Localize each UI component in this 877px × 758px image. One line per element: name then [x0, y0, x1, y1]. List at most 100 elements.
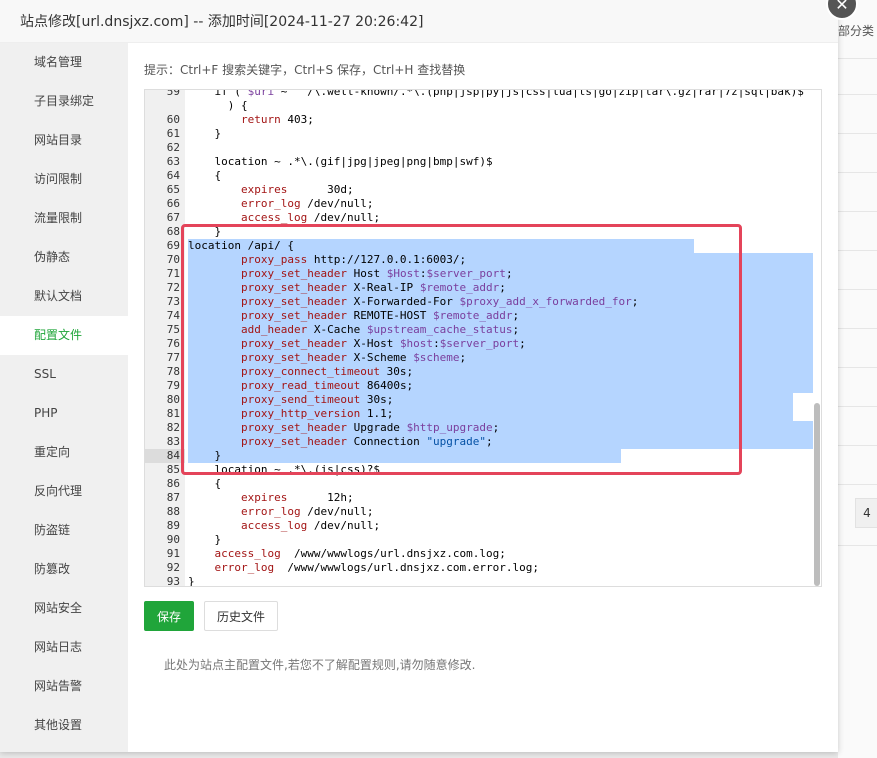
line-number: 91 [166, 547, 180, 560]
code-line[interactable]: 93} [145, 575, 815, 586]
code-line[interactable]: 59 if ( $uri ~ "^/\.well-known/.*\.(php|… [145, 89, 815, 99]
sidebar-item[interactable]: 子目录绑定 [0, 82, 128, 121]
code-line[interactable]: 87 expires 12h; [145, 491, 815, 505]
code-text[interactable]: location ~ .*\.(gif|jpg|jpeg|png|bmp|swf… [188, 155, 492, 169]
sidebar-item[interactable]: 流量限制 [0, 199, 128, 238]
sidebar-item[interactable]: 重定向 [0, 433, 128, 472]
background-row-divider [838, 250, 877, 251]
line-number: 68 [166, 225, 180, 238]
line-number: 70 [166, 253, 180, 266]
line-number: 75 [166, 323, 180, 336]
code-text[interactable]: } [188, 127, 221, 141]
code-line[interactable]: 89 access_log /dev/null; [145, 519, 815, 533]
background-row-divider [838, 484, 877, 485]
code-text[interactable]: access_log /dev/null; [188, 519, 380, 533]
sidebar-item[interactable]: 域名管理 [0, 43, 128, 82]
sidebar-item[interactable]: 网站安全 [0, 589, 128, 628]
line-number: 81 [166, 407, 180, 420]
sidebar-item[interactable]: 防篡改 [0, 550, 128, 589]
background-row-divider [838, 406, 877, 407]
line-number: 80 [166, 393, 180, 406]
line-number: 88 [166, 505, 180, 518]
code-line[interactable]: 67 access_log /dev/null; [145, 211, 815, 225]
line-number: 77 [166, 351, 180, 364]
code-line[interactable]: 61 } [145, 127, 815, 141]
line-number: 72 [166, 281, 180, 294]
line-number: 84 [145, 449, 185, 463]
line-number: 66 [166, 197, 180, 210]
code-text[interactable]: error_log /dev/null; [188, 505, 373, 519]
code-line[interactable]: ) { [145, 99, 815, 113]
code-text[interactable]: { [188, 477, 221, 491]
line-number: 71 [166, 267, 180, 280]
line-number: 83 [166, 435, 180, 448]
line-number: 89 [166, 519, 180, 532]
editor-scrollbar[interactable] [813, 90, 821, 586]
sidebar-item[interactable]: 防盗链 [0, 511, 128, 550]
sidebar-item[interactable]: 网站日志 [0, 628, 128, 667]
line-number: 73 [166, 295, 180, 308]
code-text[interactable]: { [188, 169, 221, 183]
line-number: 65 [166, 183, 180, 196]
code-line[interactable]: 62 [145, 141, 815, 155]
sidebar-item[interactable]: 网站告警 [0, 667, 128, 706]
history-file-button[interactable]: 历史文件 [204, 601, 278, 631]
background-row-divider [838, 94, 877, 95]
code-line[interactable]: 63 location ~ .*\.(gif|jpg|jpeg|png|bmp|… [145, 155, 815, 169]
code-line[interactable]: 91 access_log /www/wwwlogs/url.dnsjxz.co… [145, 547, 815, 561]
line-number: 86 [166, 477, 180, 490]
editor-scroll-thumb[interactable] [814, 403, 820, 586]
code-text[interactable]: } [188, 575, 195, 586]
sidebar-item[interactable]: 配置文件 [0, 316, 128, 355]
code-line[interactable]: 88 error_log /dev/null; [145, 505, 815, 519]
code-line[interactable]: 64 { [145, 169, 815, 183]
sidebar-item[interactable]: 伪静态 [0, 238, 128, 277]
code-text[interactable]: } [188, 533, 221, 547]
sidebar-item[interactable]: 其他设置 [0, 706, 128, 745]
line-number: 74 [166, 309, 180, 322]
sidebar-item[interactable]: PHP [0, 394, 128, 433]
code-line[interactable]: 66 error_log /dev/null; [145, 197, 815, 211]
code-text[interactable] [188, 141, 195, 155]
code-text[interactable]: error_log /dev/null; [188, 197, 373, 211]
code-text[interactable]: if ( $uri ~ "^/\.well-known/.*\.(php|jsp… [188, 90, 810, 99]
sidebar-item[interactable]: 访问限制 [0, 160, 128, 199]
code-text[interactable]: ) { [188, 99, 248, 113]
sidebar-item[interactable]: 反向代理 [0, 472, 128, 511]
code-line[interactable]: 92 error_log /www/wwwlogs/url.dnsjxz.com… [145, 561, 815, 575]
sidebar-item[interactable]: SSL [0, 355, 128, 394]
code-text[interactable]: access_log /dev/null; [188, 211, 380, 225]
background-table [838, 0, 877, 758]
line-number: 62 [166, 141, 180, 154]
line-number: 67 [166, 211, 180, 224]
line-number: 61 [166, 127, 180, 140]
code-text[interactable]: error_log /www/wwwlogs/url.dnsjxz.com.er… [188, 561, 540, 575]
sidebar-item[interactable]: 网站目录 [0, 121, 128, 160]
code-line[interactable]: 90 } [145, 533, 815, 547]
background-row-divider [838, 545, 877, 546]
background-pager-button[interactable]: 4 [855, 498, 877, 528]
background-row-divider [838, 289, 877, 290]
line-number: 85 [166, 463, 180, 476]
background-row-divider [838, 58, 877, 59]
sidebar-item[interactable]: 默认文档 [0, 277, 128, 316]
code-line[interactable]: 60 return 403; [145, 113, 815, 127]
code-text[interactable]: expires 12h; [188, 491, 354, 505]
code-text[interactable]: access_log /www/wwwlogs/url.dnsjxz.com.l… [188, 547, 506, 561]
code-line[interactable]: 65 expires 30d; [145, 183, 815, 197]
line-number: 79 [166, 379, 180, 392]
background-row-divider [838, 133, 877, 134]
line-number: 92 [166, 561, 180, 574]
dialog-header: 站点修改[url.dnsjxz.com] -- 添加时间[2024-11-27 … [0, 0, 838, 43]
annotation-highlight-box [181, 224, 742, 475]
code-line[interactable]: 86 { [145, 477, 815, 491]
code-text[interactable]: return 403; [188, 113, 314, 127]
shortcut-tip: 提示：Ctrl+F 搜索关键字，Ctrl+S 保存，Ctrl+H 查找替换 [144, 63, 466, 77]
config-warning-note: 此处为站点主配置文件,若您不了解配置规则,请勿随意修改. [164, 658, 476, 672]
line-number: 82 [166, 421, 180, 434]
line-number: 59 [166, 89, 180, 98]
background-row-divider [838, 445, 877, 446]
code-text[interactable]: expires 30d; [188, 183, 354, 197]
save-button[interactable]: 保存 [144, 601, 194, 631]
line-number: 69 [166, 239, 180, 252]
